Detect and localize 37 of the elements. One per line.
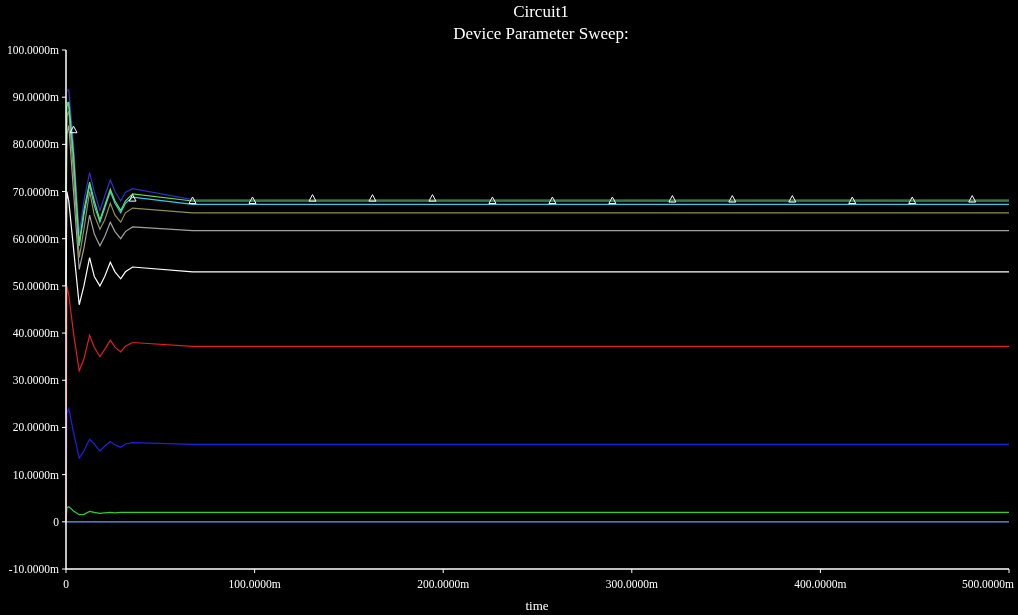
point (728, 195, 737, 203)
tick-label: 0 (63, 578, 69, 590)
point (488, 196, 497, 204)
point (69, 125, 78, 134)
tick-label: 50.0000m (12, 279, 59, 292)
tick-label: 10.0000m (12, 468, 59, 481)
point (428, 194, 437, 202)
circuit-title: Circuit1 (513, 1, 569, 23)
chart-title: Device Parameter Sweep: (453, 23, 629, 45)
tick-label: 20.0000m (12, 421, 59, 434)
tick-label: 80.0000m (12, 138, 59, 151)
tick-label: 300.0000m (605, 578, 658, 590)
axis-label: time (525, 598, 549, 613)
point (788, 195, 797, 203)
tick-label: 30.0000m (12, 374, 59, 387)
point (248, 196, 257, 204)
tick-label: 200.0000m (417, 578, 470, 590)
point (908, 196, 917, 204)
point (548, 196, 557, 204)
tick-label: 100.0000m (6, 45, 59, 56)
tick-label: 60.0000m (12, 232, 59, 245)
tick-label: 400.0000m (794, 578, 847, 590)
tick-label: 70.0000m (12, 185, 59, 198)
tick-label: 500.0000m (961, 578, 1014, 590)
point (968, 195, 977, 203)
tick-label: 40.0000m (12, 327, 59, 340)
point (308, 194, 317, 202)
tick-label: -10.0000m (8, 563, 59, 575)
tick-label: 90.0000m (12, 91, 59, 104)
point (668, 195, 677, 203)
point (848, 196, 857, 204)
point (608, 196, 617, 204)
tick-label: 100.0000m (228, 578, 281, 590)
point (368, 194, 377, 202)
point (128, 194, 137, 202)
point (188, 196, 197, 204)
tick-label: 0 (53, 515, 59, 528)
